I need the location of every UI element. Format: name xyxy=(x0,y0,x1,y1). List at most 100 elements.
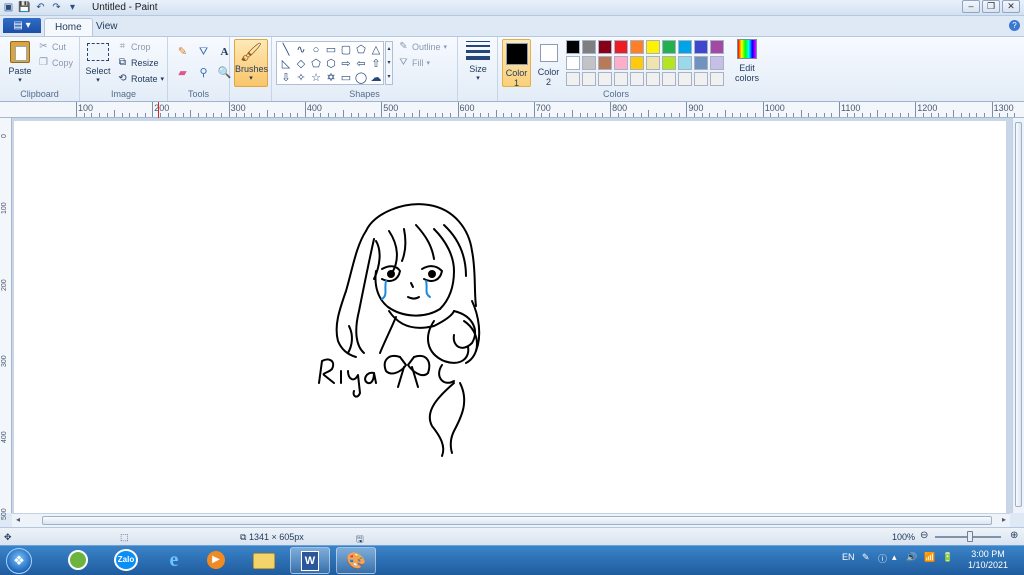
palette-swatch-r1-9[interactable] xyxy=(694,40,708,54)
internet-explorer-icon[interactable]: e xyxy=(154,547,194,574)
network-signal-icon[interactable]: 📶 xyxy=(924,552,935,563)
vertical-scrollbar[interactable] xyxy=(1012,118,1024,513)
outline-button[interactable]: ✎ Outline ▾ xyxy=(398,41,447,52)
left-arrow-shape-icon[interactable]: ⇦ xyxy=(354,57,368,71)
palette-swatch-r2-3[interactable] xyxy=(598,56,612,70)
palette-swatch-r2-9[interactable] xyxy=(694,56,708,70)
pentagon-shape-icon[interactable]: ⬠ xyxy=(309,57,323,71)
palette-swatch-r2-6[interactable] xyxy=(646,56,660,70)
palette-swatch-r3-2[interactable] xyxy=(582,72,596,86)
palette-swatch-r1-8[interactable] xyxy=(678,40,692,54)
copy-button[interactable]: ❐ Copy xyxy=(38,57,73,68)
rotate-button[interactable]: ⟲ Rotate ▾ xyxy=(117,73,164,84)
palette-swatch-r3-8[interactable] xyxy=(678,72,692,86)
rectangle-shape-icon[interactable]: ▭ xyxy=(324,43,338,57)
palette-swatch-r1-5[interactable] xyxy=(630,40,644,54)
cut-button[interactable]: ✂ Cut xyxy=(38,41,66,52)
oval-shape-icon[interactable]: ○ xyxy=(309,43,323,57)
right-arrow-shape-icon[interactable]: ⇨ xyxy=(339,57,353,71)
help-tray-icon[interactable]: ⓘ xyxy=(878,552,887,565)
palette-swatch-r3-5[interactable] xyxy=(630,72,644,86)
zoom-in-button[interactable]: ⊕ xyxy=(1010,530,1018,541)
drawing-canvas[interactable] xyxy=(14,121,1006,513)
triangle-shape-icon[interactable]: △ xyxy=(369,43,383,57)
select-button[interactable]: Select ▾ xyxy=(85,43,111,84)
palette-swatch-r2-5[interactable] xyxy=(630,56,644,70)
restore-button[interactable]: ❐ xyxy=(982,0,1000,13)
language-indicator[interactable]: EN xyxy=(842,552,855,562)
palette-swatch-r2-1[interactable] xyxy=(566,56,580,70)
fill-button[interactable]: ⛛ Fill ▾ xyxy=(398,57,430,68)
line-shape-icon[interactable]: ╲ xyxy=(279,43,293,57)
fill-icon[interactable]: ⛛ xyxy=(195,43,212,60)
vscroll-thumb[interactable] xyxy=(1015,122,1022,507)
redo-icon[interactable]: ↷ xyxy=(50,1,63,14)
diamond-shape-icon[interactable]: ◇ xyxy=(294,57,308,71)
palette-swatch-r2-4[interactable] xyxy=(614,56,628,70)
crop-button[interactable]: ⌗ Crop xyxy=(117,41,151,52)
shapes-scroll[interactable]: ▴ ▾ ▾ xyxy=(385,41,393,85)
file-menu-button[interactable]: ▤ ▾ xyxy=(3,18,41,33)
palette-swatch-r2-7[interactable] xyxy=(662,56,676,70)
cloud-callout-shape-icon[interactable]: ☁ xyxy=(369,71,383,85)
edit-colors-button[interactable]: Edit colors xyxy=(732,39,762,83)
zoom-slider-thumb[interactable] xyxy=(967,531,973,542)
palette-swatch-r1-6[interactable] xyxy=(646,40,660,54)
oval-callout-shape-icon[interactable]: ◯ xyxy=(354,71,368,85)
paint-app-icon[interactable]: ▣ xyxy=(2,1,15,14)
palette-swatch-r3-4[interactable] xyxy=(614,72,628,86)
up-arrow-shape-icon[interactable]: ⇧ xyxy=(369,57,383,71)
palette-swatch-r2-10[interactable] xyxy=(710,56,724,70)
undo-icon[interactable]: ↶ xyxy=(34,1,47,14)
pencil-icon[interactable]: ✎ xyxy=(174,43,191,60)
palette-swatch-r3-3[interactable] xyxy=(598,72,612,86)
horizontal-scrollbar[interactable]: ◂ ▸ xyxy=(12,513,1010,527)
palette-swatch-r1-1[interactable] xyxy=(566,40,580,54)
close-button[interactable]: ✕ xyxy=(1002,0,1020,13)
curve-shape-icon[interactable]: ∿ xyxy=(294,43,308,57)
palette-swatch-r3-10[interactable] xyxy=(710,72,724,86)
customize-qat-icon[interactable]: ▾ xyxy=(66,1,79,14)
color1-selector[interactable]: Color 1 xyxy=(502,39,531,88)
palette-swatch-r2-8[interactable] xyxy=(678,56,692,70)
pen-input-icon[interactable]: ✎ xyxy=(862,552,870,563)
six-point-star-shape-icon[interactable]: ✡ xyxy=(324,71,338,85)
right-triangle-shape-icon[interactable]: ◺ xyxy=(279,57,293,71)
zalo-icon[interactable]: Zalo xyxy=(106,547,146,574)
word-icon[interactable]: W xyxy=(290,547,330,574)
four-point-star-shape-icon[interactable]: ✧ xyxy=(294,71,308,85)
five-point-star-shape-icon[interactable]: ☆ xyxy=(309,71,323,85)
polygon-shape-icon[interactable]: ⬠ xyxy=(354,43,368,57)
color-picker-icon[interactable]: ⚲ xyxy=(195,64,212,81)
save-icon[interactable]: 💾 xyxy=(18,1,31,14)
paste-button[interactable]: Paste ▾ xyxy=(6,41,34,84)
zoom-out-button[interactable]: ⊖ xyxy=(920,530,928,541)
palette-swatch-r1-7[interactable] xyxy=(662,40,676,54)
hexagon-shape-icon[interactable]: ⬡ xyxy=(324,57,338,71)
app-green-icon[interactable] xyxy=(58,547,98,574)
scroll-left-icon[interactable]: ◂ xyxy=(16,515,20,524)
palette-swatch-r3-9[interactable] xyxy=(694,72,708,86)
help-icon[interactable]: ? xyxy=(1009,20,1020,31)
system-clock[interactable]: 3:00 PM 1/10/2021 xyxy=(968,549,1008,571)
palette-swatch-r1-10[interactable] xyxy=(710,40,724,54)
eraser-icon[interactable]: ▰ xyxy=(174,64,191,81)
color2-selector[interactable]: Color 2 xyxy=(534,39,563,87)
palette-swatch-r3-7[interactable] xyxy=(662,72,676,86)
callout-shape-icon[interactable]: ▭ xyxy=(339,71,353,85)
palette-swatch-r3-1[interactable] xyxy=(566,72,580,86)
rounded-rectangle-shape-icon[interactable]: ▢ xyxy=(339,43,353,57)
palette-swatch-r3-6[interactable] xyxy=(646,72,660,86)
media-player-icon[interactable]: ▶ xyxy=(196,547,236,574)
file-explorer-icon[interactable] xyxy=(244,547,284,574)
scroll-right-icon[interactable]: ▸ xyxy=(1002,515,1006,524)
resize-button[interactable]: ⧉ Resize xyxy=(117,57,159,68)
palette-swatch-r1-3[interactable] xyxy=(598,40,612,54)
battery-icon[interactable]: 🔋 xyxy=(942,552,953,563)
volume-icon[interactable]: 🔊 xyxy=(906,552,917,563)
show-hidden-icons-icon[interactable]: ▴ xyxy=(892,552,897,563)
palette-swatch-r2-2[interactable] xyxy=(582,56,596,70)
size-button[interactable]: Size ▾ xyxy=(464,41,492,82)
start-button[interactable]: ❖ xyxy=(6,548,32,574)
minimize-button[interactable]: – xyxy=(962,0,980,13)
